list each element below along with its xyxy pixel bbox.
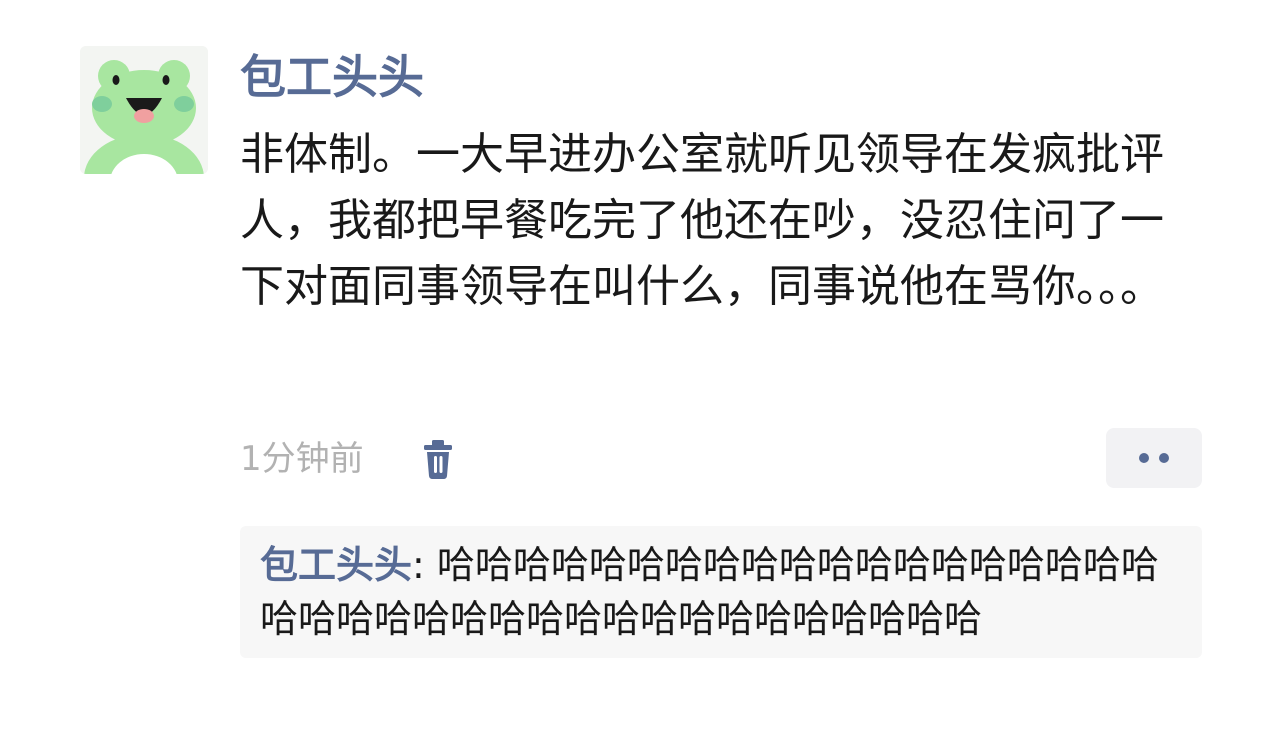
- post-author-name[interactable]: 包工头头: [240, 44, 1200, 110]
- comment-list: 包工头头: 哈哈哈哈哈哈哈哈哈哈哈哈哈哈哈哈哈哈哈哈哈哈哈哈哈哈哈哈哈哈哈哈哈哈…: [240, 526, 1202, 658]
- post-meta-row: 1分钟前: [240, 428, 1202, 490]
- post-timestamp: 1分钟前: [240, 439, 364, 479]
- frog-avatar-icon: [80, 46, 208, 174]
- comment-author[interactable]: 包工头头: [260, 543, 412, 587]
- delete-button[interactable]: [420, 436, 456, 482]
- more-actions-button[interactable]: [1106, 428, 1202, 488]
- post-text: 非体制。一大早进办公室就听见领导在发疯批评人，我都把早餐吃完了他还在吵，没忍住问…: [240, 129, 1164, 312]
- comment-separator: :: [412, 543, 437, 587]
- trash-icon: [424, 440, 452, 479]
- avatar[interactable]: [80, 46, 208, 174]
- post-content: 包工头头 非体制。一大早进办公室就听见领导在发疯批评人，我都把早餐吃完了他还在吵…: [240, 44, 1200, 320]
- comment-item[interactable]: 包工头头: 哈哈哈哈哈哈哈哈哈哈哈哈哈哈哈哈哈哈哈哈哈哈哈哈哈哈哈哈哈哈哈哈哈哈…: [260, 538, 1182, 646]
